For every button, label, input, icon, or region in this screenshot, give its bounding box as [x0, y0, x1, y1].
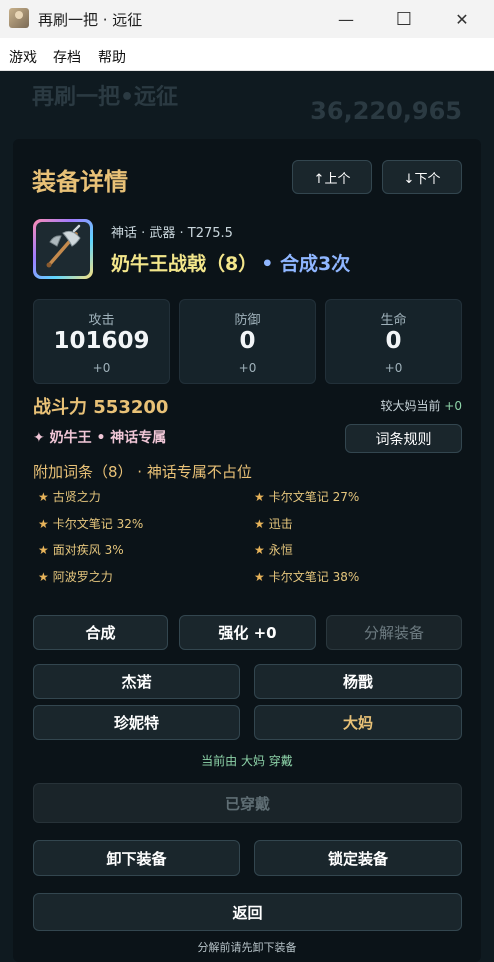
stat-attack: 攻击 101609 +0 [33, 299, 170, 384]
affix-item: ★ 卡尔文笔记 32% [38, 517, 144, 531]
menu-game[interactable]: 游戏 [9, 47, 37, 67]
stat-value: 101609 [53, 328, 150, 354]
maximize-icon: ☐ [395, 8, 413, 30]
affix-item: ★ 古贤之力 [38, 490, 101, 504]
star-icon: ★ [254, 543, 265, 557]
star-icon: ★ [254, 570, 265, 584]
stat-label: 生命 [380, 313, 407, 328]
affix-item: ★ 卡尔文笔记 27% [254, 490, 360, 504]
affix-item: ★ 迅击 [254, 517, 293, 531]
decompose-button[interactable]: 分解装备 [326, 615, 462, 650]
back-button[interactable]: 返回 [33, 893, 462, 931]
battle-axe-icon [33, 219, 93, 279]
star-icon: ★ [38, 570, 49, 584]
stat-delta: +0 [384, 361, 403, 375]
item-name: 奶牛王战戟（8） [111, 253, 258, 275]
synth-count: • 合成3次 [261, 253, 351, 275]
hero-button-jeno[interactable]: 杰诺 [33, 664, 240, 699]
affix-rules-button[interactable]: 词条规则 [345, 424, 462, 453]
menu-help[interactable]: 帮助 [98, 47, 126, 67]
affix-item: ★ 阿波罗之力 [38, 570, 113, 584]
compare-current: 较大妈当前 +0 [380, 397, 462, 414]
combat-power: 战斗力 553200 [33, 397, 169, 418]
app-icon [9, 8, 29, 28]
affix-item: ★ 永恒 [254, 543, 293, 557]
maximize-button[interactable]: ☐ [380, 0, 428, 38]
unequip-button[interactable]: 卸下装备 [33, 840, 240, 876]
stat-label: 防御 [234, 313, 261, 328]
star-icon: ★ [38, 543, 49, 557]
synth-button[interactable]: 合成 [33, 615, 168, 650]
hero-button-yangjian[interactable]: 杨戬 [254, 664, 462, 699]
affix-item: ★ 面对疾风 3% [38, 543, 124, 557]
menu-save[interactable]: 存档 [53, 47, 81, 67]
window-title: 再刷一把 · 远征 [38, 11, 143, 29]
close-icon: ✕ [455, 9, 469, 29]
dialog-title: 装备详情 [32, 168, 128, 196]
stat-value: 0 [239, 328, 256, 354]
star-icon: ★ [254, 517, 265, 531]
compare-label: 较大妈当前 [380, 399, 441, 413]
star-icon: ★ [38, 490, 49, 504]
stat-defense: 防御 0 +0 [179, 299, 316, 384]
enhance-button[interactable]: 强化 +0 [179, 615, 316, 650]
window-titlebar: 再刷一把 · 远征 — ☐ ✕ [0, 0, 494, 38]
item-meta: 神话 · 武器 · T275.5 [111, 226, 233, 241]
stat-health: 生命 0 +0 [325, 299, 462, 384]
compare-delta: +0 [444, 399, 462, 413]
decompose-hint: 分解前请先卸下装备 [197, 941, 297, 954]
stat-delta: +0 [238, 361, 257, 375]
minimize-icon: — [338, 9, 354, 29]
prev-item-button[interactable]: ↑上个 [292, 160, 372, 194]
lock-button[interactable]: 锁定装备 [254, 840, 462, 876]
equipped-button[interactable]: 已穿戴 [33, 783, 462, 823]
hero-button-dama[interactable]: 大妈 [254, 705, 462, 740]
item-name-line: 奶牛王战戟（8） • 合成3次 [111, 249, 350, 276]
star-icon: ★ [38, 517, 49, 531]
stat-label: 攻击 [88, 313, 115, 328]
stat-delta: +0 [92, 361, 111, 375]
affix-item: ★ 卡尔文笔记 38% [254, 570, 360, 584]
set-name: ✦ 奶牛王 • 神话专属 [33, 430, 167, 446]
star-icon: ★ [254, 490, 265, 504]
affix-title: 附加词条（8） · 神话专属不占位 [33, 463, 252, 481]
wearing-status: 当前由 大妈 穿戴 [201, 754, 293, 768]
minimize-button[interactable]: — [322, 0, 370, 38]
background-title: 再刷一把•远征 [32, 85, 179, 110]
stat-value: 0 [385, 328, 402, 354]
background-total: 36,220,965 [310, 97, 462, 125]
menu-bar: 游戏 存档 帮助 [0, 38, 494, 71]
close-button[interactable]: ✕ [438, 0, 486, 38]
hero-button-janet[interactable]: 珍妮特 [33, 705, 240, 740]
next-item-button[interactable]: ↓下个 [382, 160, 462, 194]
